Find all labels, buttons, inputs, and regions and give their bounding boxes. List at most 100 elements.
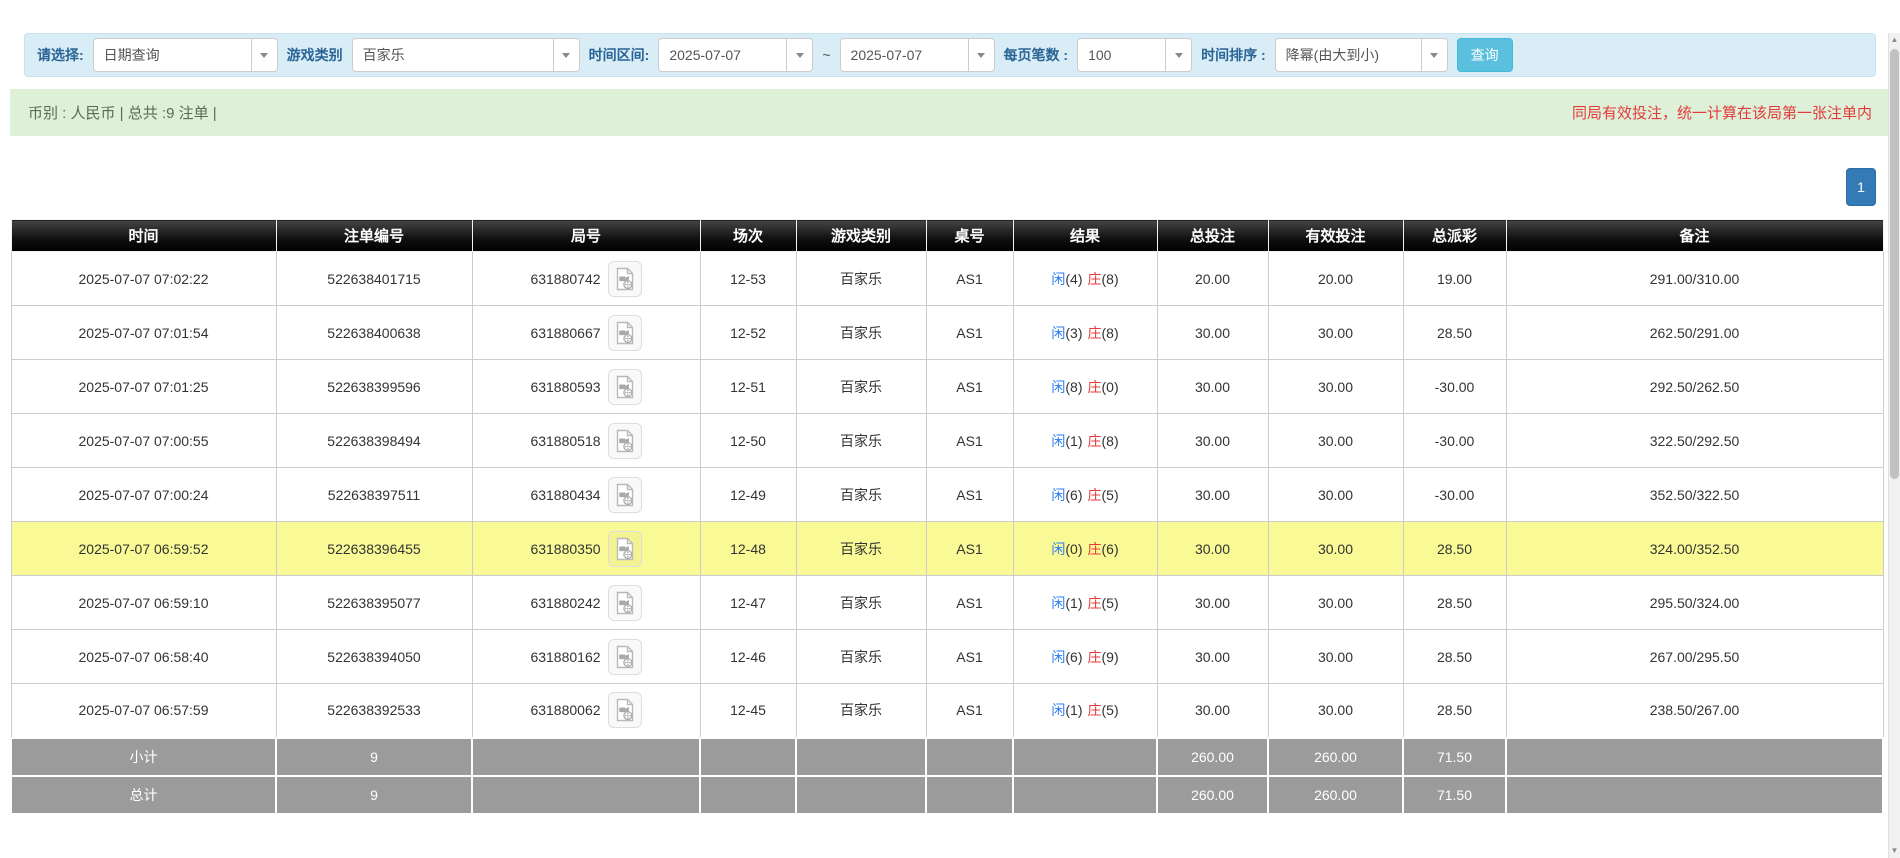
total-bet-link[interactable]: 30.00 [1156, 575, 1269, 630]
video-replay-button[interactable] [607, 476, 642, 513]
cell-result: 闲(1) 庄(5) [1012, 683, 1158, 738]
header-round-id: 局号 [471, 219, 701, 252]
cell-remark: 267.00/295.50 [1505, 629, 1884, 684]
result-player-label: 闲 [1051, 270, 1066, 287]
result-banker-value: (6) [1101, 540, 1119, 557]
cell-session: 12-50 [699, 413, 797, 468]
sort-order-select[interactable]: 降幂(由大到小) [1274, 38, 1448, 72]
result-banker-value: (0) [1101, 378, 1119, 395]
cell-time: 2025-07-07 07:00:55 [10, 413, 277, 468]
total-bet-link[interactable]: 30.00 [1156, 305, 1269, 360]
cell-bet-id: 522638398494 [275, 413, 473, 468]
total-bet-link[interactable]: 20.00 [1156, 251, 1269, 306]
result-banker-value: (8) [1101, 432, 1119, 449]
grand-total-total-bet: 260.00 [1156, 774, 1269, 815]
vertical-scrollbar[interactable]: ▲ ▼ [1888, 33, 1900, 858]
search-button[interactable]: 查询 [1456, 38, 1513, 72]
video-replay-button[interactable] [607, 368, 642, 405]
cell-session: 12-46 [699, 629, 797, 684]
cell-remark: 322.50/292.50 [1505, 413, 1884, 468]
cell-bet-id: 522638394050 [275, 629, 473, 684]
header-remark: 备注 [1505, 219, 1884, 252]
result-player-value: (4) [1065, 270, 1083, 287]
scroll-down-icon[interactable]: ▼ [1889, 844, 1900, 858]
grand-total-count: 9 [275, 774, 473, 815]
total-bet-link[interactable]: 30.00 [1156, 521, 1269, 576]
cell-round-id: 631880518 [471, 413, 701, 468]
date-from-select[interactable]: 2025-07-07 [658, 38, 814, 72]
round-id-value: 631880062 [530, 702, 601, 719]
cell-bet-id: 522638392533 [275, 683, 473, 738]
total-bet-link[interactable]: 30.00 [1156, 683, 1269, 738]
query-type-select[interactable]: 日期查询 [92, 38, 278, 72]
cell-time: 2025-07-07 06:59:52 [10, 521, 277, 576]
cell-result: 闲(3) 庄(8) [1012, 305, 1158, 360]
subtotal-row: 小计 9 260.00 260.00 71.50 [10, 736, 1884, 777]
video-replay-button[interactable] [607, 260, 642, 297]
cell-session: 12-51 [699, 359, 797, 414]
scrollbar-thumb[interactable] [1890, 49, 1899, 479]
cell-payout: 28.50 [1402, 305, 1507, 360]
cell-valid-bet: 30.00 [1267, 575, 1404, 630]
video-document-icon [616, 537, 633, 560]
cell-remark: 352.50/322.50 [1505, 467, 1884, 522]
cell-session: 12-48 [699, 521, 797, 576]
cell-time: 2025-07-07 07:01:54 [10, 305, 277, 360]
cell-bet-id: 522638399596 [275, 359, 473, 414]
round-id-value: 631880162 [530, 648, 601, 665]
cell-game-type: 百家乐 [795, 305, 927, 360]
cell-remark: 324.00/352.50 [1505, 521, 1884, 576]
sort-order-label: 时间排序 : [1201, 47, 1266, 63]
result-player-label: 闲 [1051, 702, 1066, 719]
subtotal-payout: 71.50 [1402, 736, 1507, 777]
page-size-select[interactable]: 100 [1077, 38, 1193, 72]
scroll-up-icon[interactable]: ▲ [1889, 33, 1900, 47]
table-row: 2025-07-07 07:02:22 522638401715 6318807… [10, 251, 1884, 306]
cell-game-type: 百家乐 [795, 683, 927, 738]
cell-remark: 262.50/291.00 [1505, 305, 1884, 360]
video-replay-button[interactable] [607, 314, 642, 351]
subtotal-label: 小计 [10, 736, 277, 777]
date-to-select[interactable]: 2025-07-07 [839, 38, 995, 72]
cell-time: 2025-07-07 06:58:40 [10, 629, 277, 684]
cell-game-type: 百家乐 [795, 413, 927, 468]
header-session: 场次 [699, 219, 797, 252]
subtotal-count: 9 [275, 736, 473, 777]
header-total-bet: 总投注 [1156, 219, 1269, 252]
cell-valid-bet: 30.00 [1267, 467, 1404, 522]
total-bet-link[interactable]: 30.00 [1156, 413, 1269, 468]
cell-time: 2025-07-07 06:59:10 [10, 575, 277, 630]
date-from-value: 2025-07-07 [669, 47, 741, 63]
filter-bar: 请选择: 日期查询 游戏类别 百家乐 时间区间: 2025-07-07 ~ 20… [24, 33, 1876, 77]
game-category-select[interactable]: 百家乐 [351, 38, 580, 72]
video-replay-button[interactable] [607, 638, 642, 675]
pagination-page-1[interactable]: 1 [1846, 168, 1876, 206]
cell-round-id: 631880242 [471, 575, 701, 630]
result-player-label: 闲 [1051, 594, 1066, 611]
grand-total-label: 总计 [10, 774, 277, 815]
video-replay-button[interactable] [607, 422, 642, 459]
cell-remark: 292.50/262.50 [1505, 359, 1884, 414]
currency-total-summary: 币别 : 人民币 | 总共 :9 注单 | [28, 105, 217, 122]
total-bet-link[interactable]: 30.00 [1156, 359, 1269, 414]
cell-bet-id: 522638395077 [275, 575, 473, 630]
video-replay-button[interactable] [607, 692, 642, 729]
result-banker-value: (8) [1101, 324, 1119, 341]
cell-session: 12-45 [699, 683, 797, 738]
cell-result: 闲(0) 庄(6) [1012, 521, 1158, 576]
result-player-value: (0) [1065, 540, 1083, 557]
total-bet-link[interactable]: 30.00 [1156, 629, 1269, 684]
video-replay-button[interactable] [607, 584, 642, 621]
video-document-icon [616, 591, 633, 614]
total-bet-link[interactable]: 30.00 [1156, 467, 1269, 522]
result-player-value: (1) [1065, 594, 1083, 611]
header-table-no: 桌号 [925, 219, 1014, 252]
cell-game-type: 百家乐 [795, 629, 927, 684]
bet-records-table: 时间 注单编号 局号 场次 游戏类别 桌号 结果 总投注 有效投注 总派彩 备注… [10, 219, 1884, 815]
cell-round-id: 631880667 [471, 305, 701, 360]
video-document-icon [616, 267, 633, 290]
cell-time: 2025-07-07 07:00:24 [10, 467, 277, 522]
cell-game-type: 百家乐 [795, 467, 927, 522]
cell-time: 2025-07-07 07:01:25 [10, 359, 277, 414]
video-replay-button[interactable] [607, 530, 642, 567]
